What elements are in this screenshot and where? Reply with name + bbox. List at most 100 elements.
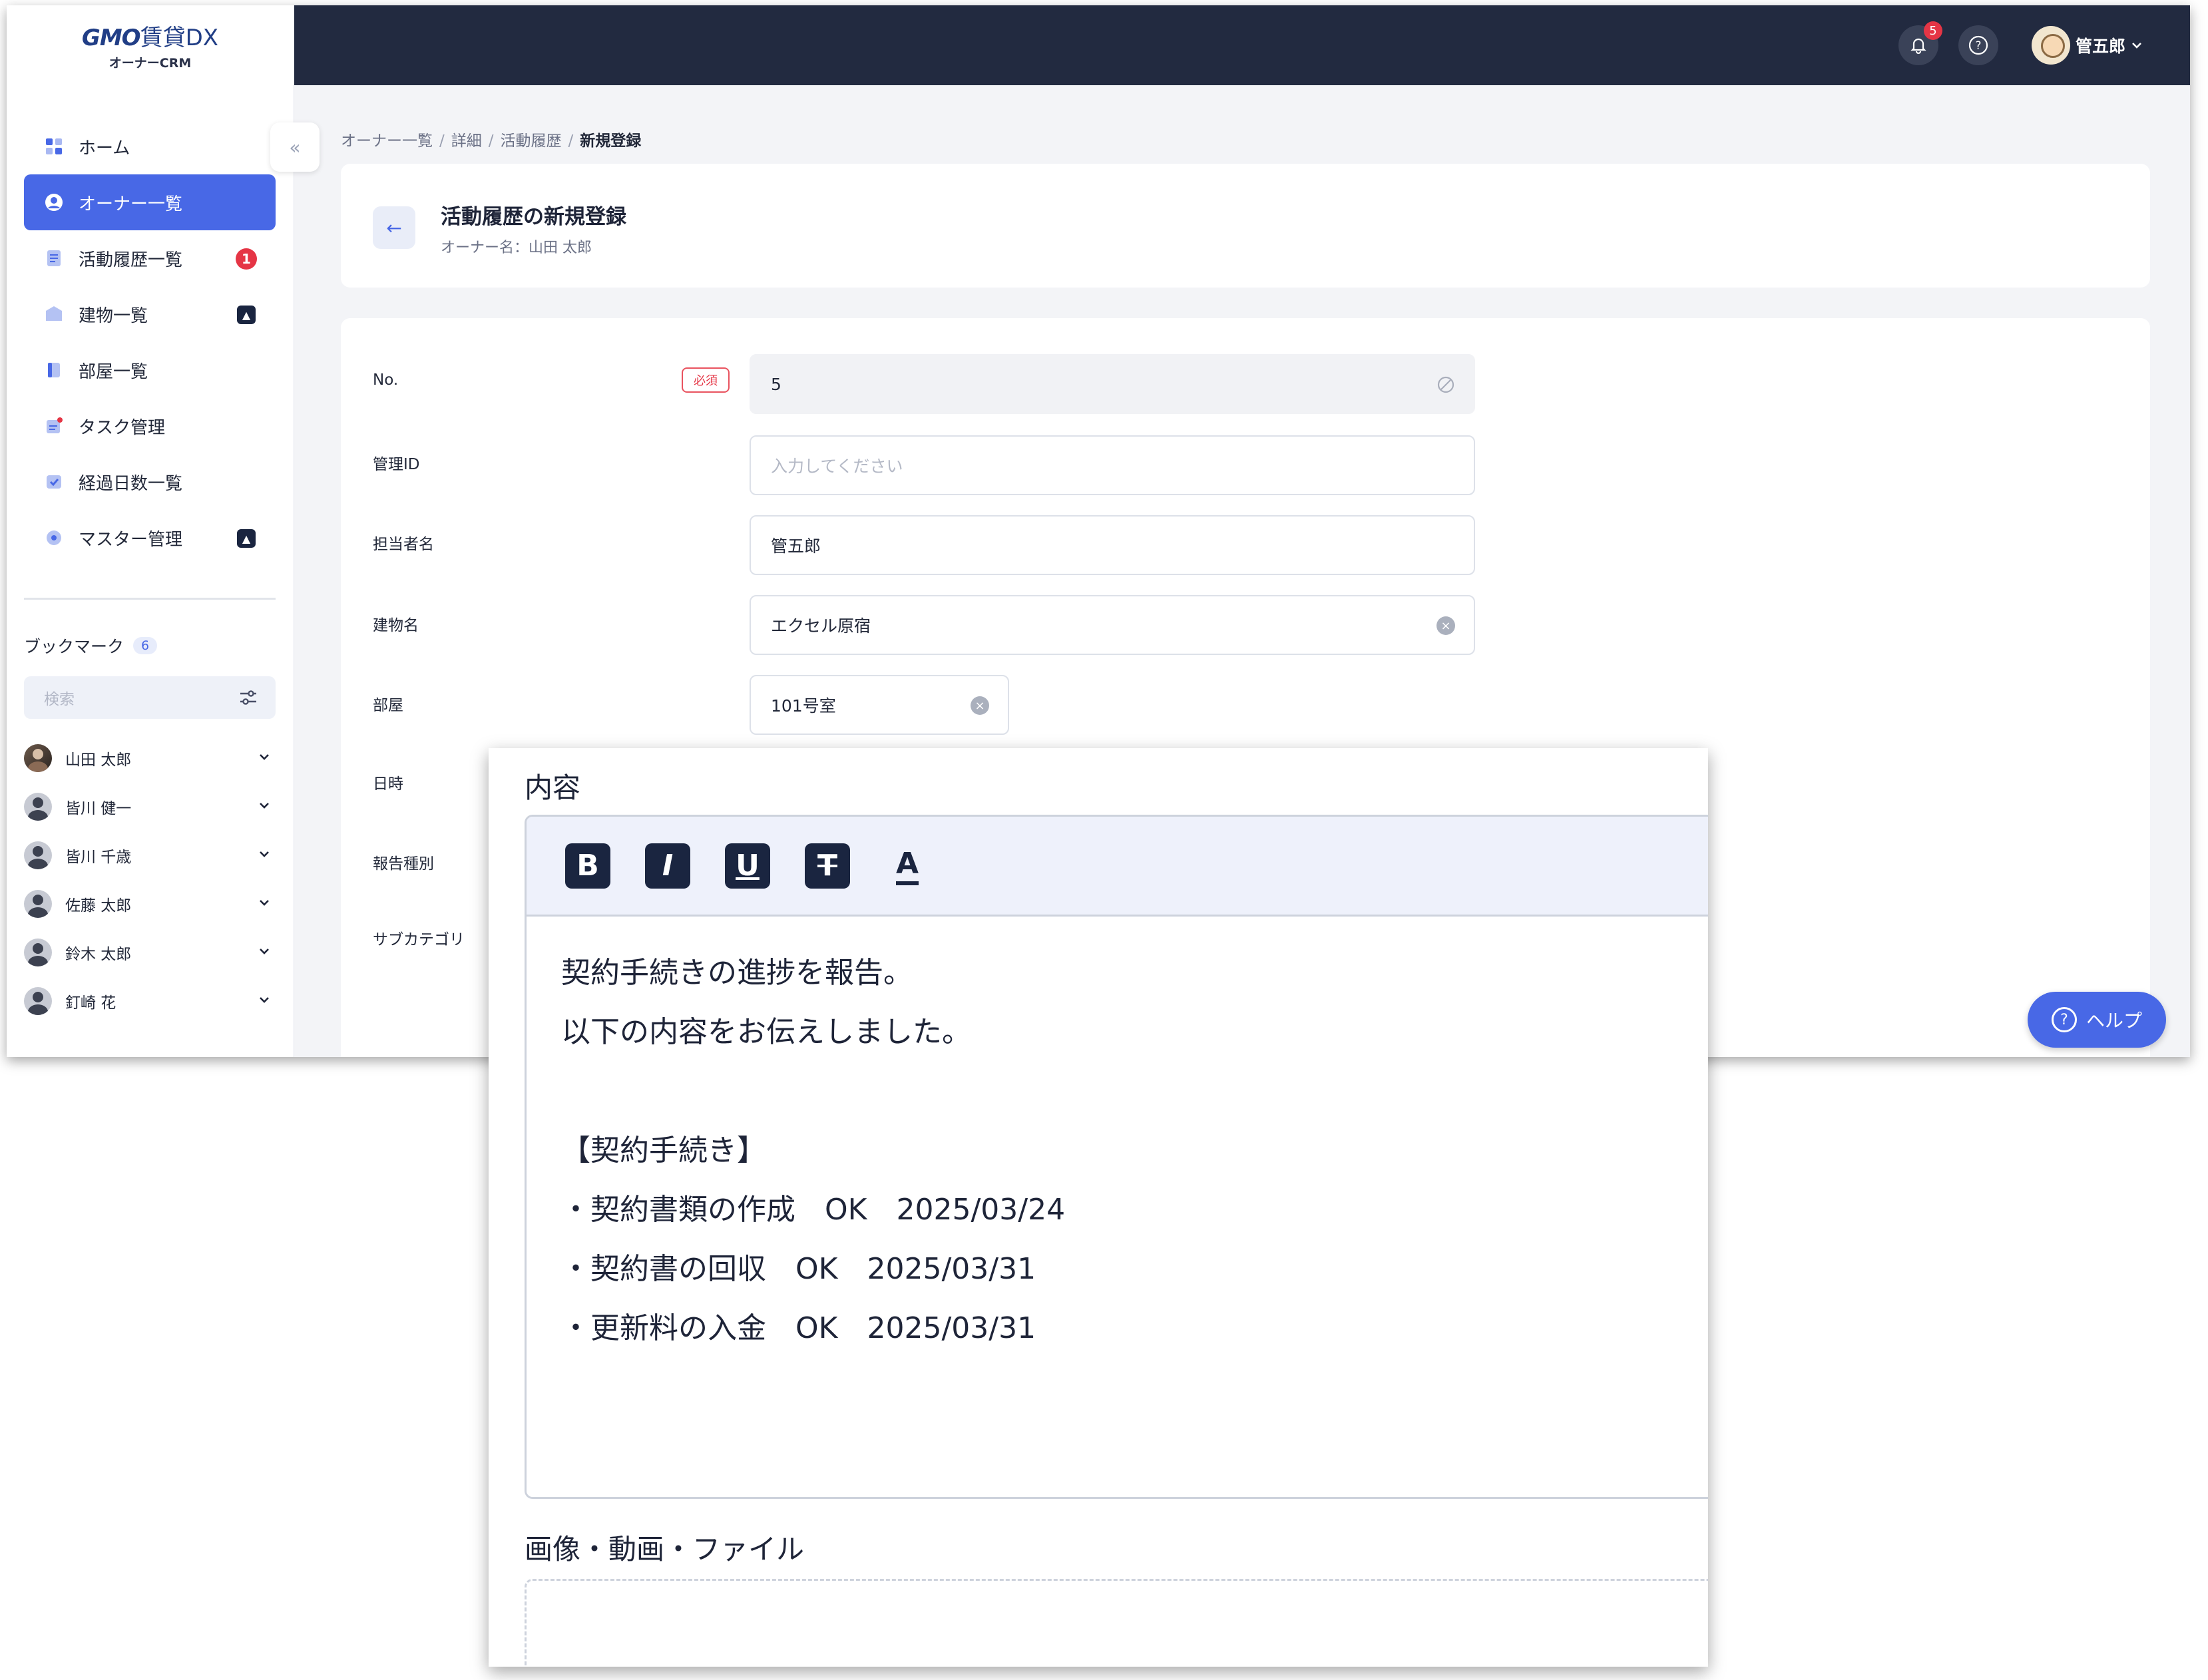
- chevron-down-icon[interactable]: [257, 749, 272, 764]
- arrow-left-icon: ←: [386, 216, 402, 239]
- sidebar-item-home[interactable]: ホーム: [24, 118, 276, 174]
- building-icon: [44, 304, 64, 324]
- chevron-down-icon[interactable]: [257, 992, 272, 1007]
- breadcrumb-separator: /: [488, 132, 494, 150]
- bookmark-search-input[interactable]: 検索: [24, 676, 276, 719]
- activity-count-badge: 1: [236, 248, 257, 270]
- bookmark-name: 皆川 千歳: [65, 848, 132, 866]
- sidebar-item-buildings[interactable]: 建物一覧 ▲: [24, 286, 276, 342]
- user-circle-icon: [44, 192, 64, 212]
- breadcrumb-link[interactable]: オーナー一覧: [341, 132, 433, 150]
- sidebar-item-rooms[interactable]: 部屋一覧: [24, 342, 276, 398]
- field-label-management-id: 管理ID: [373, 456, 420, 473]
- input-placeholder: 入力してください: [771, 457, 903, 476]
- text-color-icon[interactable]: A: [885, 843, 930, 889]
- breadcrumb-link[interactable]: 活動履歴: [501, 132, 562, 150]
- bookmark-item[interactable]: 佐藤 太郎: [24, 879, 276, 928]
- avatar: [24, 743, 52, 772]
- bookmark-item[interactable]: 皆川 千歳: [24, 831, 276, 879]
- editor-line: ・契約書の回収 OK 2025/03/31: [561, 1252, 1036, 1286]
- logo[interactable]: GMO賃貸DX オーナーCRM: [7, 5, 294, 85]
- chevron-down-icon[interactable]: [257, 895, 272, 910]
- bookmark-item[interactable]: 鈴木 太郎: [24, 928, 276, 976]
- file-dropzone[interactable]: [525, 1579, 1708, 1667]
- question-circle-icon: ?: [2051, 1007, 2077, 1032]
- field-label-room: 部屋: [373, 697, 403, 714]
- chevron-up-icon[interactable]: ▲: [237, 529, 256, 548]
- sidebar-divider: [24, 598, 276, 600]
- sidebar-item-master[interactable]: マスター管理 ▲: [24, 510, 276, 566]
- bookmark-heading: ブックマーク 6: [24, 634, 158, 658]
- person-value: 管五郎: [771, 536, 821, 556]
- search-placeholder: 検索: [44, 691, 75, 708]
- bookmark-item[interactable]: 皆川 健一: [24, 782, 276, 831]
- bookmark-name: 山田 太郎: [65, 751, 132, 769]
- sidebar-item-owners[interactable]: オーナー一覧: [24, 174, 276, 230]
- clear-icon[interactable]: ×: [1436, 616, 1455, 635]
- avatar: [2032, 26, 2070, 65]
- editor-toolbar: B I U T A: [527, 817, 1708, 917]
- collapse-sidebar-button[interactable]: «: [270, 122, 320, 172]
- breadcrumb: オーナー一覧 / 詳細 / 活動履歴 / 新規登録: [341, 128, 641, 150]
- bookmark-item[interactable]: 山田 太郎: [24, 734, 276, 782]
- chevron-down-icon[interactable]: [257, 798, 272, 813]
- page-title: 活動履歴の新規登録: [441, 205, 626, 229]
- person-input[interactable]: 管五郎: [750, 515, 1475, 575]
- building-select[interactable]: エクセル原宿 ×: [750, 595, 1475, 655]
- breadcrumb-current: 新規登録: [580, 132, 642, 150]
- task-icon: [44, 416, 64, 436]
- content-editor-zoom-panel: 内容 B I U T A 契約手続きの進捗を報告。 以下の内容をお伝えしました。…: [489, 748, 1708, 1667]
- filter-sliders-icon[interactable]: [238, 688, 258, 708]
- user-menu[interactable]: 管五郎: [2032, 25, 2144, 65]
- no-field: 5: [750, 354, 1475, 414]
- field-label-subcategory: サブカテゴリ: [373, 931, 465, 948]
- rich-text-editor[interactable]: B I U T A 契約手続きの進捗を報告。 以下の内容をお伝えしました。 【契…: [525, 815, 1708, 1499]
- bookmark-title: ブックマーク: [24, 637, 124, 656]
- editor-line: 以下の内容をお伝えしました。: [561, 1015, 971, 1049]
- notification-button[interactable]: 5: [1898, 21, 1942, 65]
- back-button[interactable]: ←: [373, 206, 415, 249]
- calendar-check-icon: [44, 472, 64, 492]
- sidebar-item-label: 経過日数一覧: [79, 473, 183, 494]
- room-value: 101号室: [771, 696, 836, 716]
- clear-icon[interactable]: ×: [971, 696, 989, 715]
- chevron-down-icon[interactable]: [257, 944, 272, 958]
- italic-icon[interactable]: I: [645, 843, 690, 889]
- underline-icon[interactable]: U: [725, 843, 770, 889]
- sidebar-item-tasks[interactable]: タスク管理: [24, 398, 276, 454]
- chevron-down-icon[interactable]: [257, 847, 272, 861]
- avatar: [24, 889, 52, 918]
- sidebar-item-activity[interactable]: 活動履歴一覧 1: [24, 230, 276, 286]
- sidebar-item-label: タスク管理: [79, 417, 166, 438]
- sidebar-item-label: ホーム: [79, 138, 130, 158]
- management-id-input[interactable]: 入力してください: [750, 435, 1475, 495]
- field-label-person: 担当者名: [373, 536, 434, 553]
- chevron-down-icon: [2132, 43, 2141, 49]
- settings-icon: [44, 528, 64, 548]
- strikethrough-icon[interactable]: T: [805, 843, 850, 889]
- editor-content[interactable]: 契約手続きの進捗を報告。 以下の内容をお伝えしました。 【契約手続き】 ・契約書…: [561, 943, 1065, 1358]
- dashboard-icon: [44, 136, 64, 156]
- bookmark-name: 鈴木 太郎: [65, 945, 132, 963]
- svg-text:?: ?: [1975, 39, 1981, 53]
- help-button[interactable]: ? ヘルプ: [2028, 992, 2166, 1048]
- notification-count-badge: 5: [1924, 21, 1942, 40]
- top-bar: 5 ? 管五郎: [294, 5, 2190, 85]
- editor-line: ・更新料の入金 OK 2025/03/31: [561, 1311, 1036, 1345]
- help-circle-button[interactable]: ?: [1958, 25, 1998, 65]
- sidebar-item-elapsed-days[interactable]: 経過日数一覧: [24, 454, 276, 510]
- room-select[interactable]: 101号室 ×: [750, 675, 1009, 735]
- sidebar-nav: ホーム オーナー一覧 活動履歴一覧 1 建物一覧 ▲ 部屋一覧 タスク管理 経過…: [24, 118, 276, 566]
- question-circle-icon: ?: [1968, 35, 1988, 55]
- breadcrumb-link[interactable]: 詳細: [451, 132, 482, 150]
- bookmark-name: 釘崎 花: [65, 994, 116, 1012]
- field-label-datetime: 日時: [373, 775, 403, 793]
- editor-line: ・契約書類の作成 OK 2025/03/24: [561, 1193, 1066, 1227]
- bookmark-name: 皆川 健一: [65, 799, 132, 817]
- chevron-up-icon[interactable]: ▲: [237, 306, 256, 324]
- avatar: [24, 841, 52, 869]
- bookmark-item[interactable]: 釘崎 花: [24, 976, 276, 1025]
- bookmark-name: 佐藤 太郎: [65, 897, 132, 915]
- bold-icon[interactable]: B: [565, 843, 610, 889]
